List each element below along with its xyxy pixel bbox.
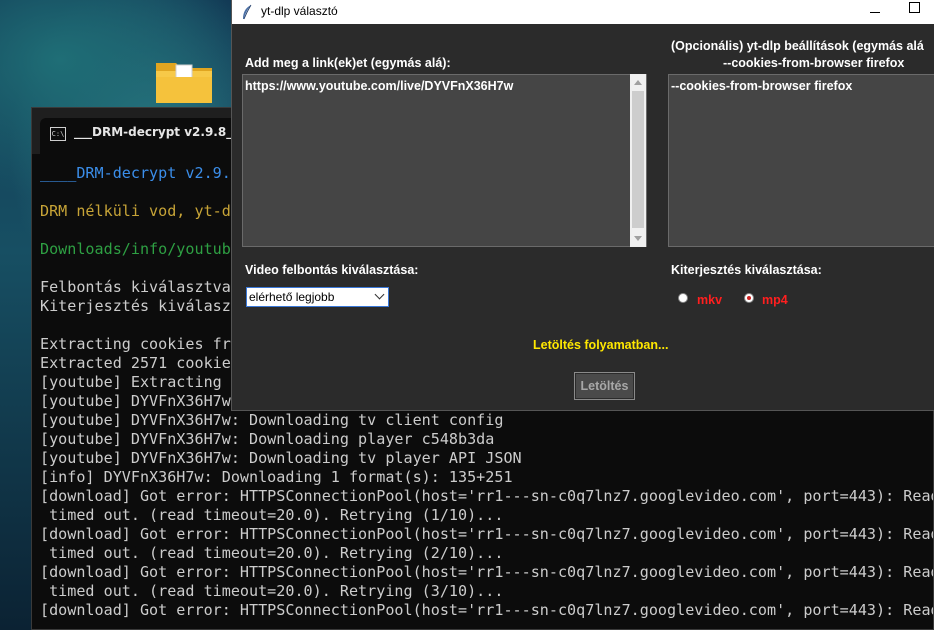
resolution-label: Video felbontás kiválasztása: [245, 263, 419, 277]
scroll-down-arrow[interactable] [634, 236, 642, 241]
resolution-dropdown[interactable]: elérhető legjobb [246, 287, 389, 307]
terminal-line: [youtube] DYVFnX36H7w: Downloading tv pl… [40, 449, 522, 467]
terminal-line: [info] DYVFnX36H7w: Downloading 1 format… [40, 468, 513, 486]
terminal-line: [download] Got error: HTTPSConnectionPoo… [40, 601, 933, 619]
options-textarea[interactable]: --cookies-from-browser firefox [668, 74, 934, 247]
options-label: (Opcionális) yt-dlp beállítások (egymás … [671, 39, 924, 53]
radio-mp4-label[interactable]: mp4 [762, 293, 788, 307]
maximize-button[interactable] [896, 0, 934, 24]
scroll-thumb[interactable] [632, 91, 644, 228]
terminal-line: timed out. (read timeout=20.0). Retrying… [40, 506, 504, 524]
terminal-line: [youtube] DYVFnX36H7w: Downloading playe… [40, 430, 495, 448]
links-label: Add meg a link(ek)et (egymás alá): [245, 56, 451, 70]
extension-label: Kiterjesztés kiválasztása: [671, 263, 822, 277]
dialog-title: yt-dlp választó [261, 4, 338, 18]
minimize-button[interactable] [856, 0, 896, 24]
download-button[interactable]: Letöltés [574, 372, 635, 400]
scroll-up-arrow[interactable] [634, 80, 642, 85]
links-scrollbar[interactable] [630, 74, 646, 247]
dialog-titlebar[interactable]: yt-dlp választó [232, 0, 934, 24]
options-hint: --cookies-from-browser firefox [723, 56, 905, 70]
terminal-tab-title: ___DRM-decrypt v2.9.8___C [74, 125, 254, 139]
folder-icon[interactable] [154, 55, 214, 105]
links-textarea[interactable]: https://www.youtube.com/live/DYVFnX36H7w [242, 74, 647, 247]
status-text: Letöltés folyamatban... [533, 338, 669, 352]
radio-mp4[interactable] [744, 293, 754, 303]
terminal-line: timed out. (read timeout=20.0). Retrying… [40, 582, 504, 600]
terminal-line: [download] Got error: HTTPSConnectionPoo… [40, 487, 933, 505]
feather-icon [243, 4, 252, 20]
radio-mkv-label[interactable]: mkv [697, 293, 722, 307]
resolution-selected-value: elérhető legjobb [249, 290, 335, 304]
terminal-line: timed out. (read timeout=20.0). Retrying… [40, 544, 504, 562]
terminal-tab[interactable]: C:\ ___DRM-decrypt v2.9.8___C [40, 118, 253, 154]
terminal-line: [download] Got error: HTTPSConnectionPoo… [40, 563, 933, 581]
terminal-line: [download] Got error: HTTPSConnectionPoo… [40, 525, 933, 543]
chevron-down-icon[interactable] [374, 289, 385, 300]
radio-mkv[interactable] [678, 293, 688, 303]
terminal-line: [youtube] DYVFnX36H7w: Downloading tv cl… [40, 411, 504, 429]
terminal-icon: C:\ [50, 127, 66, 141]
